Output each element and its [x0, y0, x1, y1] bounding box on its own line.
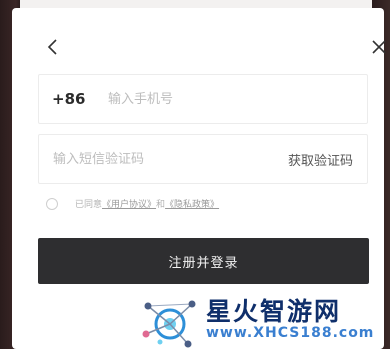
agreement-and: 和: [156, 200, 166, 210]
register-login-button[interactable]: 注册并登录: [38, 238, 369, 284]
chevron-left-icon: [47, 39, 57, 55]
privacy-policy-link[interactable]: 《隐私政策》: [165, 197, 219, 210]
sms-code-field: 获取验证码: [38, 134, 368, 184]
watermark-title: 星火智游网: [206, 297, 342, 326]
phone-input[interactable]: [108, 75, 367, 123]
user-agreement-link[interactable]: 《用户协议》: [102, 197, 156, 210]
phone-field: +86: [38, 74, 368, 124]
get-code-button[interactable]: 获取验证码: [288, 150, 353, 169]
agreement-prefix: 已同意: [75, 200, 103, 210]
network-logo-icon: [142, 300, 196, 348]
agreement-row: 已同意 《用户协议》 和 《隐私政策》: [46, 197, 219, 210]
close-icon: [372, 40, 386, 54]
country-code[interactable]: +86: [52, 90, 108, 108]
sms-code-input[interactable]: [53, 135, 288, 183]
back-button[interactable]: [44, 38, 62, 56]
agree-radio[interactable]: [46, 197, 58, 210]
watermark-url: www.XHCS188.com: [206, 325, 375, 341]
watermark: 星火智游网 www.XHCS188.com: [138, 292, 390, 349]
close-button[interactable]: [370, 38, 388, 56]
